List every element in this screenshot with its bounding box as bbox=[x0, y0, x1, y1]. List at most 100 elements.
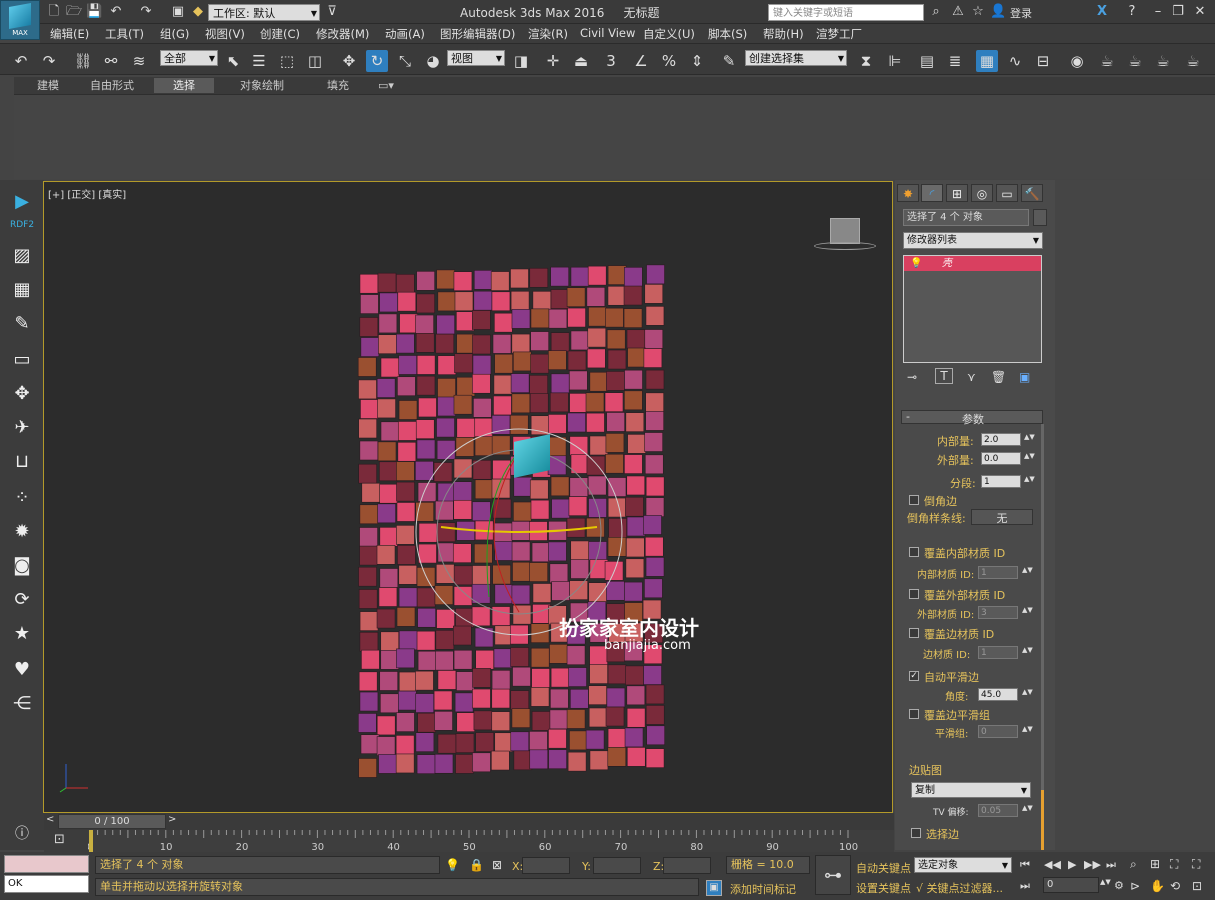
tab-modeling[interactable]: 建模 bbox=[29, 78, 67, 93]
menu-scripting[interactable]: 脚本(S) bbox=[708, 26, 747, 42]
modifier-stack[interactable]: 💡 壳 bbox=[903, 255, 1042, 363]
login-link[interactable]: 登录 bbox=[1010, 5, 1032, 21]
inner-amount-spinner[interactable]: 2.0 bbox=[981, 433, 1021, 446]
utilities-tab-icon[interactable]: 🔨 bbox=[1021, 184, 1043, 202]
current-frame-field[interactable]: 0 bbox=[1043, 877, 1099, 893]
inner-matid-spinner[interactable]: 1 bbox=[978, 566, 1018, 579]
rect-selection-icon[interactable]: ⬚ bbox=[276, 50, 298, 72]
rollout-scrollbar[interactable] bbox=[1041, 424, 1044, 844]
spinner-arrows-icon[interactable]: ▲▼ bbox=[1100, 878, 1111, 886]
selection-lock-icon[interactable]: 🔒 bbox=[469, 858, 484, 872]
render-production-icon[interactable]: ☕ bbox=[1152, 50, 1174, 72]
select-edges-checkbox[interactable] bbox=[911, 828, 921, 838]
menu-modifiers[interactable]: 修改器(M) bbox=[316, 26, 369, 42]
grid-icon[interactable]: ▦ bbox=[10, 278, 34, 302]
redo-icon[interactable]: ↷ bbox=[38, 50, 60, 72]
window-crossing-icon[interactable]: ◫ bbox=[304, 50, 326, 72]
align-icon[interactable]: ⊫ bbox=[884, 50, 906, 72]
undo-icon[interactable]: ↶ bbox=[10, 50, 32, 72]
exchange-icon[interactable]: X bbox=[1094, 4, 1110, 20]
motion-tab-icon[interactable]: ◎ bbox=[971, 184, 993, 202]
time-slider-thumb[interactable]: 0 / 100 bbox=[58, 814, 166, 829]
bevel-edges-checkbox[interactable] bbox=[909, 495, 919, 505]
edge-mapping-dropdown[interactable]: 复制 ▼ bbox=[911, 782, 1031, 798]
render-icon[interactable]: ◆ bbox=[190, 4, 206, 20]
modifier-list-dropdown[interactable]: 修改器列表 ▼ bbox=[903, 232, 1043, 249]
tab-freeform[interactable]: 自由形式 bbox=[82, 78, 142, 93]
play-icon[interactable]: ▶ bbox=[1068, 858, 1076, 871]
application-menu-button[interactable]: MAX bbox=[0, 0, 40, 40]
image-icon[interactable]: ▨ bbox=[10, 244, 34, 268]
orbit-icon[interactable]: ⟲ bbox=[1170, 879, 1180, 893]
segments-spinner[interactable]: 1 bbox=[981, 475, 1021, 488]
key-mode-toggle-icon[interactable]: ⏭ bbox=[1020, 879, 1030, 893]
pin-stack-icon[interactable]: ⊸ bbox=[907, 370, 917, 384]
maximize-viewport-icon[interactable]: ⊡ bbox=[1192, 879, 1202, 893]
spinner-arrows-icon[interactable]: ▲▼ bbox=[1022, 688, 1033, 696]
menu-render-factory[interactable]: 渲梦工厂 bbox=[816, 26, 862, 42]
menu-help[interactable]: 帮助(H) bbox=[763, 26, 804, 42]
tv-offset-spinner[interactable]: 0.05 bbox=[978, 804, 1018, 817]
hierarchy-tab-icon[interactable]: ⊞ bbox=[946, 184, 968, 202]
tab-selection[interactable]: 选择 bbox=[154, 78, 214, 93]
y-coord-field[interactable] bbox=[593, 857, 641, 874]
bind-spacewarp-icon[interactable]: ≋ bbox=[128, 50, 150, 72]
plane-icon[interactable]: ✈ bbox=[10, 416, 34, 440]
track-bar[interactable]: 0102030405060708090100 bbox=[88, 830, 894, 852]
rotate-icon[interactable]: ↻ bbox=[366, 50, 388, 72]
rendered-frame-window-icon[interactable]: ☕ bbox=[1124, 50, 1146, 72]
goto-start-icon[interactable]: ⏮ bbox=[1020, 858, 1030, 872]
zoom-all-icon[interactable]: ⊞ bbox=[1150, 857, 1160, 871]
minimize-icon[interactable]: – bbox=[1150, 4, 1166, 20]
spinner-arrows-icon[interactable]: ▲▼ bbox=[1022, 566, 1033, 574]
select-object-icon[interactable]: ⬉ bbox=[222, 50, 244, 72]
mini-curve-editor-icon[interactable]: ⊡ bbox=[54, 832, 65, 847]
outer-matid-spinner[interactable]: 3 bbox=[978, 606, 1018, 619]
override-inner-matid-checkbox[interactable] bbox=[909, 547, 919, 557]
camera-icon[interactable]: ◙ bbox=[10, 554, 34, 578]
schematic-view-icon[interactable]: ⊟ bbox=[1032, 50, 1054, 72]
display-tab-icon[interactable]: ▭ bbox=[996, 184, 1018, 202]
viewcube-ring[interactable] bbox=[814, 242, 876, 250]
parameters-rollout-header[interactable]: - 参数 bbox=[901, 410, 1043, 426]
field-of-view-icon[interactable]: ⊳ bbox=[1130, 879, 1140, 893]
curve-editor-icon[interactable]: ∿ bbox=[1004, 50, 1026, 72]
toggle-ribbon-icon[interactable]: ≣ bbox=[944, 50, 966, 72]
layer-explorer-icon[interactable]: ▤ bbox=[916, 50, 938, 72]
menu-views[interactable]: 视图(V) bbox=[205, 26, 245, 42]
menu-customize[interactable]: 自定义(U) bbox=[643, 26, 695, 42]
object-name-field[interactable]: 选择了 4 个 对象 bbox=[903, 209, 1029, 226]
help-icon[interactable]: ? bbox=[1124, 4, 1140, 20]
zoom-extents-all-icon[interactable]: ⛶ bbox=[1192, 857, 1200, 872]
render-setup-icon[interactable]: ☕ bbox=[1096, 50, 1118, 72]
project-folder-icon[interactable]: ▣ bbox=[170, 4, 186, 20]
snaps-toggle-icon[interactable]: 3 bbox=[600, 50, 622, 72]
inbox-icon[interactable]: ⊔ bbox=[10, 450, 34, 474]
spinner-arrows-icon[interactable]: ▲▼ bbox=[1024, 452, 1035, 460]
communication-center-icon[interactable]: ⚠ bbox=[950, 4, 966, 20]
close-icon[interactable]: ✕ bbox=[1192, 4, 1208, 20]
quick-access-customize-icon[interactable]: ⊽ bbox=[324, 4, 340, 20]
key-mode-dropdown[interactable]: 选定对象 ▼ bbox=[914, 857, 1012, 873]
keyboard-shortcut-override-icon[interactable]: ⏏ bbox=[570, 50, 592, 72]
modify-tab-icon[interactable]: ◜ bbox=[921, 184, 943, 202]
move-icon[interactable]: ✥ bbox=[338, 50, 360, 72]
spinner-arrows-icon[interactable]: ▲▼ bbox=[1022, 646, 1033, 654]
open-file-icon[interactable]: 🗁 bbox=[66, 4, 82, 20]
show-end-result-icon[interactable]: T bbox=[935, 368, 953, 384]
scene-explorer-icon[interactable]: ▦ bbox=[976, 50, 998, 72]
zoom-icon[interactable]: ⌕ bbox=[1130, 857, 1137, 872]
monitor-icon[interactable]: ▭ bbox=[10, 348, 34, 372]
edit-named-selection-icon[interactable]: ✎ bbox=[718, 50, 740, 72]
menu-graph-editors[interactable]: 图形编辑器(D) bbox=[440, 26, 515, 42]
spinner-arrows-icon[interactable]: ▲▼ bbox=[1022, 725, 1033, 733]
material-editor-icon[interactable]: ◉ bbox=[1066, 50, 1088, 72]
goto-end-icon[interactable]: ⏭ bbox=[1106, 858, 1116, 872]
key-filters-button[interactable]: √ 关键点过滤器... bbox=[916, 880, 1003, 896]
zoom-extents-icon[interactable]: ⛶ bbox=[1170, 857, 1178, 872]
viewcube-face[interactable] bbox=[830, 218, 860, 244]
workspace-dropdown[interactable]: 工作区: 默认 ▼ bbox=[208, 4, 320, 21]
override-outer-matid-checkbox[interactable] bbox=[909, 589, 919, 599]
unlink-icon[interactable]: ⚯ bbox=[100, 50, 122, 72]
menu-create[interactable]: 创建(C) bbox=[260, 26, 300, 42]
